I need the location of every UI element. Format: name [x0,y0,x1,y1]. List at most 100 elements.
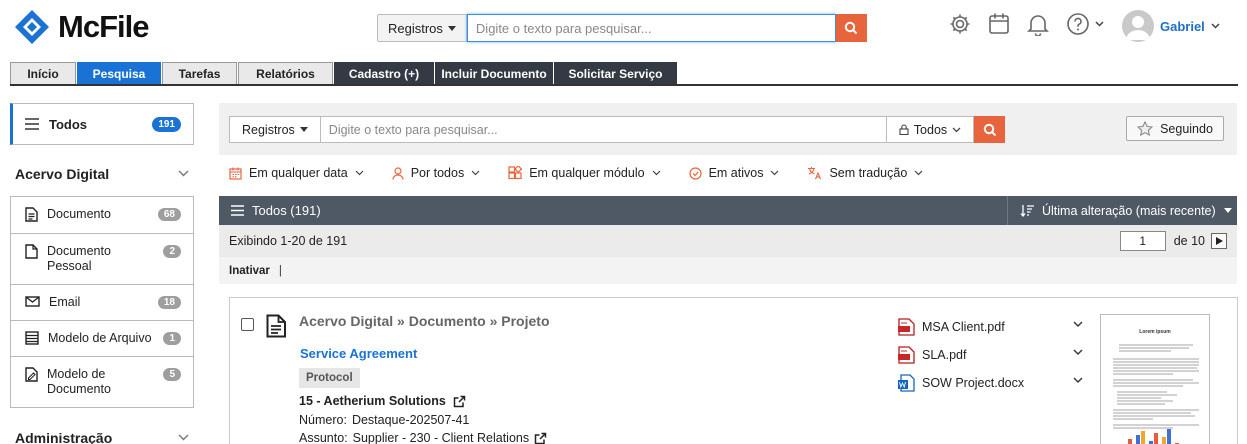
caret-down-icon [1223,208,1232,213]
external-link-icon[interactable] [534,432,547,444]
sidebar-item-label: Documento Pessoal [47,244,111,273]
chevron-down-icon[interactable] [1073,321,1083,327]
chevron-down-icon[interactable] [1073,377,1083,383]
count-badge: 2 [163,245,181,258]
pager-bar: Exibindo 1-20 de 191 1 de 10 [219,225,1237,257]
bell-icon[interactable] [1027,12,1049,36]
tab-incluir-documento[interactable]: Incluir Documento [435,62,553,84]
filter-person[interactable]: Por todos [392,166,481,180]
section-administracao[interactable]: Administração [15,430,112,444]
tab-solicitar-servico[interactable]: Solicitar Serviço [554,62,677,84]
attachment-name: SOW Project.docx [922,376,1025,390]
count-badge: 68 [157,208,181,221]
chevron-down-icon [952,127,961,132]
search-scope-select[interactable]: Registros [377,14,467,42]
tab-pesquisa[interactable]: Pesquisa [77,62,161,84]
sidebar-item-label: Documento [47,207,111,221]
external-link-icon[interactable] [453,395,466,408]
records-search-input[interactable]: Digite o texto para pesquisar... [320,116,887,143]
assunto-value: Supplier - 230 - Client Relations [352,431,530,444]
select-checkbox[interactable] [241,318,254,331]
bulk-actions: Inativar | [219,257,1237,284]
global-search-button[interactable] [835,14,867,42]
sidebar-item-documento-pessoal[interactable]: Documento Pessoal 2 [11,234,193,285]
pdf-file-icon [898,346,915,364]
chevron-down-icon [471,170,480,176]
records-filter-label: Todos [913,122,948,137]
sidebar-item-label: Modelo de Documento [47,367,111,396]
filter-label: Em ativos [708,166,764,180]
sidebar-item-documento[interactable]: Documento 68 [11,197,193,234]
inativar-button[interactable]: Inativar [229,265,270,277]
next-page-button[interactable] [1211,233,1227,249]
menu-icon [231,205,244,216]
chevron-down-icon [652,170,660,176]
follow-button[interactable]: Seguindo [1126,116,1224,141]
count-badge: 191 [152,116,181,132]
filter-translation[interactable]: Sem tradução [807,166,923,180]
filter-label: Sem tradução [829,166,908,180]
sidebar-list: Documento 68 Documento Pessoal 2 Email 1… [10,196,194,408]
sidebar-item-todos[interactable]: Todos 191 [10,103,194,145]
document-preview-thumbnail[interactable]: Lorem ipsum [1100,314,1210,444]
count-badge: 1 [163,332,181,345]
sidebar-item-email[interactable]: Email 18 [11,285,193,321]
tab-relatorios[interactable]: Relatórios [238,62,333,84]
tabs-divider [10,84,1238,86]
action-separator: | [278,264,282,277]
global-search-input[interactable]: Digite o texto para pesquisar... [466,14,836,42]
range-text: Exibindo 1-20 de 191 [229,234,348,248]
result-numero: Número: Destaque-202507-41 [299,413,469,427]
attachment-item[interactable]: MSA Client.pdf [898,318,1005,336]
chevron-down-icon [1211,23,1220,29]
filter-date[interactable]: Em qualquer data [229,166,364,180]
filter-status[interactable]: Em ativos [688,166,780,180]
attachment-item[interactable]: SOW Project.docx [898,374,1024,392]
user-name: Gabriel [1160,18,1205,34]
calendar-icon[interactable] [988,12,1010,36]
section-acervo-digital[interactable]: Acervo Digital [15,166,109,182]
sidebar-item-label: Modelo de Arquivo [48,331,152,345]
tab-inicio[interactable]: Início [10,62,76,84]
filter-module[interactable]: Em qualquer módulo [508,166,660,180]
help-menu[interactable] [1066,12,1104,36]
chevron-down-icon[interactable] [178,170,189,177]
chevron-down-icon[interactable] [178,434,189,441]
play-icon [1215,237,1223,245]
records-scope-select[interactable]: Registros [229,116,321,143]
user-menu[interactable]: Gabriel [1122,10,1220,42]
result-organization: 15 - Aetherium Solutions [299,394,466,408]
caret-down-icon [299,127,308,132]
attachment-item[interactable]: SLA.pdf [898,346,966,364]
gear-icon[interactable] [948,12,972,36]
sidebar-item-modelo-arquivo[interactable]: Modelo de Arquivo 1 [11,321,193,357]
records-filter-select[interactable]: Todos [886,116,975,143]
global-search: Registros Digite o texto para pesquisar.… [377,14,867,42]
records-search: Registros Digite o texto para pesquisar.… [229,116,1006,143]
sort-label: Última alteração (mais recente) [1042,203,1216,218]
tab-cadastro[interactable]: Cadastro (+) [334,62,434,84]
document-type-icon [266,314,287,338]
table-icon [25,331,39,345]
calendar-icon [229,167,242,180]
brand-logo[interactable]: McFile [14,9,149,45]
page-number-input[interactable]: 1 [1119,231,1166,251]
pdf-file-icon [898,318,915,336]
sidebar-item-modelo-documento[interactable]: Modelo de Documento 5 [11,357,193,407]
chevron-down-icon [771,170,779,176]
filter-label: Em qualquer módulo [529,166,645,180]
records-search-button[interactable] [974,116,1006,143]
sort-select[interactable]: Última alteração (mais recente) [1007,196,1237,225]
chevron-down-icon[interactable] [1073,349,1083,355]
result-tag: Protocol [299,368,360,388]
tab-tarefas[interactable]: Tarefas [162,62,237,84]
page-icon [25,244,38,259]
organization-name: 15 - Aetherium Solutions [299,394,446,408]
avatar [1122,10,1154,42]
count-badge: 5 [163,368,181,381]
result-breadcrumb: Acervo Digital » Documento » Projeto [299,313,550,329]
word-file-icon [898,374,915,392]
chevron-down-icon [914,170,923,176]
result-title-link[interactable]: Service Agreement [300,346,417,361]
caret-down-icon [447,25,456,31]
